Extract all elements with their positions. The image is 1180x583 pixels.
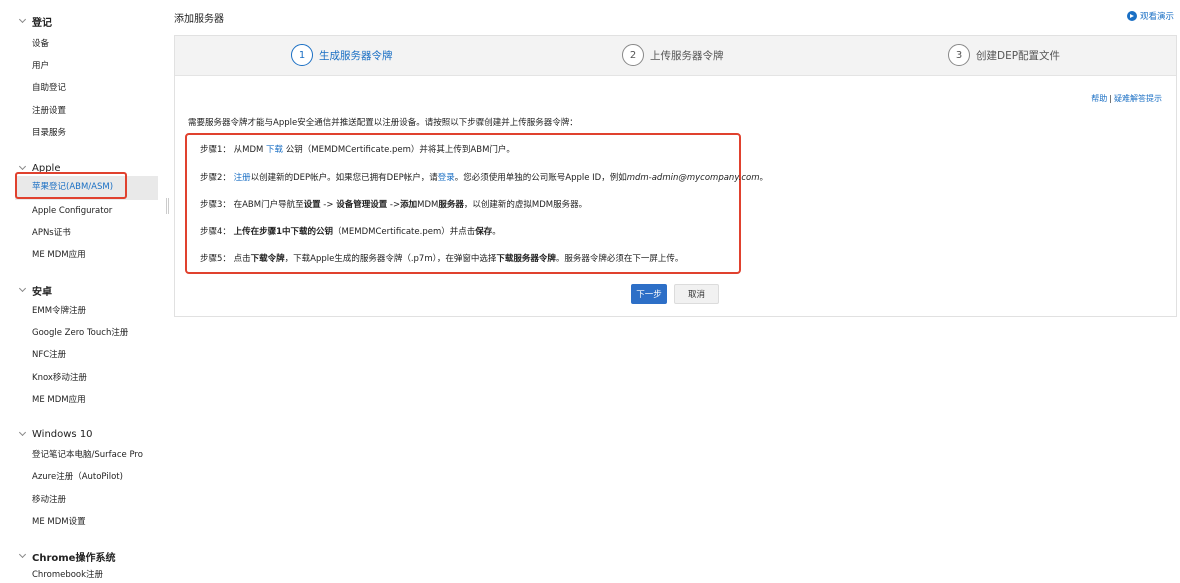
step-text: MDM [417,200,439,210]
sidebar-item-me-mdm-app-android[interactable]: ME MDM应用 [32,392,86,408]
sidebar-item-azure-autopilot[interactable]: Azure注册（AutoPilot) [32,469,123,485]
steps-highlight-box: 步骤1： 从MDM 下载 公钥（MEMDMCertificate.pem）并将其… [185,133,768,274]
step-bold: 设置 [303,200,321,210]
step-bold: 下载服务器令牌 [496,254,556,264]
sidebar-resize-handle[interactable] [166,198,169,214]
sidebar-item-me-mdm-settings[interactable]: ME MDM设置 [32,514,86,530]
step-number: 3 [948,44,970,66]
step-bold: 保存 [475,227,493,237]
step-text: 以创建新的DEP帐户。如果您已拥有DEP帐户，请 [250,173,438,183]
sidebar-section-windows[interactable]: Windows 10 [18,426,93,442]
help-link[interactable]: 帮助 [1091,94,1107,103]
download-public-key-link[interactable]: 下载 [266,145,283,155]
step-bold: 添加 [400,200,418,210]
watch-demo-link[interactable]: 观看演示 [1126,10,1174,22]
stepper-step-2[interactable]: 2 上传服务器令牌 [622,44,724,66]
add-server-card: 1 生成服务器令牌 2 上传服务器令牌 3 创建DEP配置文件 帮助 | 疑难解答提… [174,35,1177,317]
sidebar-item-google-zero-touch[interactable]: Google Zero Touch注册 [32,325,128,341]
sidebar-item-directory-services[interactable]: 目录服务 [32,125,66,141]
step-text: 步骤3： 在ABM门户导航至 [200,200,304,210]
chevron-down-icon [18,428,27,437]
step-number: 2 [622,44,644,66]
step-text: 。 [492,227,501,237]
step-text: 。 [759,173,769,183]
step-text: 公钥（MEMDMCertificate.pem）并将其上传到ABM门户。 [283,145,515,155]
step-text: 步骤4： [200,227,234,237]
sidebar-item-mobile-enrollment[interactable]: 移动注册 [32,492,66,508]
sidebar-item-nfc[interactable]: NFC注册 [32,347,66,363]
step-bold: 服务器 [438,200,464,210]
step-bold: 下载令牌 [250,254,285,264]
sidebar-item-devices[interactable]: 设备 [32,36,49,52]
step-label: 创建DEP配置文件 [976,49,1061,62]
sidebar-item-emm-token[interactable]: EMM令牌注册 [32,303,86,319]
sidebar-section-chrome[interactable]: Chrome操作系统 [18,548,116,564]
sidebar-item-abm-asm[interactable]: 苹果登记(ABM/ASM) [32,179,113,195]
step-bold: 上传在步骤1中下载的公钥 [233,227,334,237]
sidebar-section-label: 登记 [32,17,52,29]
step-bold: 设备管理设置 [336,200,388,210]
help-separator: | [1109,94,1112,103]
chevron-down-icon [18,15,27,24]
sidebar-item-self-enrollment[interactable]: 自助登记 [32,80,66,96]
sidebar-item-apns-certificate[interactable]: APNs证书 [32,225,71,241]
step-2-instruction: 步骤2： 注册以创建新的DEP帐户。如果您已拥有DEP帐户，请登录。您必须使用单… [200,171,768,183]
step-label: 上传服务器令牌 [650,49,724,62]
step-label: 生成服务器令牌 [319,49,393,62]
chevron-down-icon [18,550,27,559]
step-text: 。您必须使用单独的公司账号Apple ID，例如 [454,173,627,183]
sidebar-item-users[interactable]: 用户 [32,58,49,74]
step-text: 步骤2： [200,173,234,183]
stepper: 1 生成服务器令牌 2 上传服务器令牌 3 创建DEP配置文件 [175,36,1176,76]
troubleshooting-link[interactable]: 疑难解答提示 [1114,94,1162,103]
sidebar-item-me-mdm-app[interactable]: ME MDM应用 [32,247,86,263]
step-5-instruction: 步骤5： 点击下载令牌，下载Apple生成的服务器令牌（.p7m），在弹窗中选择… [200,252,683,264]
chevron-down-icon [18,162,27,171]
step-text: ，下载Apple生成的服务器令牌（.p7m），在弹窗中选择 [284,254,497,264]
watch-demo-label: 观看演示 [1139,12,1174,22]
sidebar-item-knox[interactable]: Knox移动注册 [32,370,87,386]
step-text: （MEMDMCertificate.pem）并点击 [333,227,476,237]
sidebar-section-enrollment[interactable]: 登记 [18,13,52,29]
step-4-instruction: 步骤4： 上传在步骤1中下载的公钥（MEMDMCertificate.pem）并… [200,225,501,237]
login-link[interactable]: 登录 [438,173,455,183]
next-button[interactable]: 下一步 [631,284,667,304]
step-text: 步骤5： 点击 [200,254,251,264]
sidebar-section-label: Windows 10 [32,428,93,440]
register-link[interactable]: 注册 [234,173,251,183]
step-number: 1 [291,44,313,66]
help-links: 帮助 | 疑难解答提示 [1091,93,1162,104]
step-text: 。服务器令牌必须在下一屏上传。 [555,254,684,264]
sidebar-item-chromebook[interactable]: Chromebook注册 [32,567,103,583]
cancel-button[interactable]: 取消 [674,284,719,304]
play-icon [1126,11,1137,21]
step-text: 步骤1： 从MDM [200,145,267,155]
sidebar-item-apple-configurator[interactable]: Apple Configurator [32,203,112,219]
step-text: ，以创建新的虚拟MDM服务器。 [463,200,588,210]
sidebar: 登记 设备 用户 自助登记 注册设置 目录服务 Apple 苹果登记(ABM/A… [0,0,160,583]
step-3-instruction: 步骤3： 在ABM门户导航至设置 -> 设备管理设置 ->添加MDM服务器，以创… [200,198,587,210]
chevron-down-icon [18,284,27,293]
page-title: 添加服务器 [174,14,224,25]
step-text: -> [320,200,337,210]
stepper-step-1[interactable]: 1 生成服务器令牌 [291,44,393,66]
sidebar-item-laptop-surface[interactable]: 登记笔记本电脑/Surface Pro [32,447,143,463]
step-text: -> [387,200,401,210]
step-1-instruction: 步骤1： 从MDM 下载 公钥（MEMDMCertificate.pem）并将其… [200,143,515,155]
example-email: mdm-admin@mycompany.com [626,173,760,183]
sidebar-section-label: 安卓 [32,286,52,298]
sidebar-section-label: Chrome操作系统 [32,552,116,564]
stepper-step-3[interactable]: 3 创建DEP配置文件 [948,44,1060,66]
sidebar-item-enrollment-settings[interactable]: 注册设置 [32,103,66,119]
intro-text: 需要服务器令牌才能与Apple安全通信并推送配置以注册设备。请按照以下步骤创建并… [188,118,578,128]
sidebar-section-android[interactable]: 安卓 [18,282,52,298]
